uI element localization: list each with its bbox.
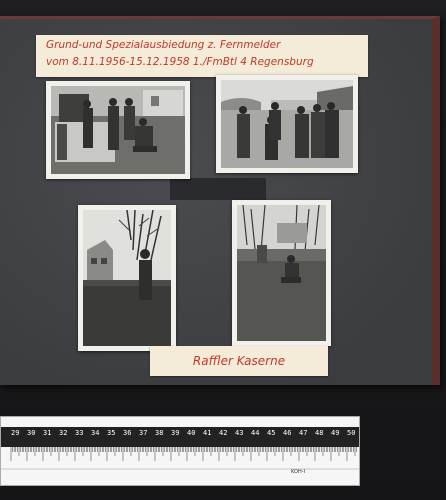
ruler-number: 39 [171,429,180,437]
caption-bottom: Raffler Kaserne [150,346,328,376]
ruler-number: 31 [43,429,52,437]
ruler-number: 46 [283,429,292,437]
ruler-number: 38 [155,429,164,437]
ruler-number: 41 [203,429,212,437]
photo-soldiers-courtyard [216,75,358,173]
ruler-number: 49 [331,429,340,437]
caption-top: Grund-und Spezialausbiedung z. Fernmelde… [36,35,368,77]
ruler-number: 40 [187,429,196,437]
ruler-number: 32 [59,429,68,437]
ruler-number: 43 [235,429,244,437]
photo-soldier-garden [78,205,176,351]
ruler-numbers: 29 30 31 32 33 34 35 36 37 38 39 40 41 4… [1,429,359,443]
ruler-number: 45 [267,429,276,437]
ruler-number: 48 [315,429,324,437]
scale-ruler: 29 30 31 32 33 34 35 36 37 38 39 40 41 4… [0,416,360,486]
ruler-number: 50 [347,429,356,437]
ruler-number: 44 [251,429,260,437]
ruler-brand-mark: KOH-I [291,469,305,475]
ruler-number: 42 [219,429,228,437]
ruler-number: 35 [107,429,116,437]
album-divider-strip [170,178,266,200]
ruler-number: 37 [139,429,148,437]
ruler-number: 36 [123,429,132,437]
caption-top-line2: vom 8.11.1956-15.12.1958 1./FmBtl 4 Rege… [46,56,314,68]
ruler-number: 33 [75,429,84,437]
ruler-tick-marks [1,447,359,470]
ruler-number: 47 [299,429,308,437]
ruler-number: 30 [27,429,36,437]
photo-soldier-field [232,200,331,346]
photo-soldiers-at-crate [46,81,190,179]
ruler-number: 34 [91,429,100,437]
caption-top-line1: Grund-und Spezialausbiedung z. Fernmelde… [46,39,281,51]
ruler-number: 29 [11,429,20,437]
